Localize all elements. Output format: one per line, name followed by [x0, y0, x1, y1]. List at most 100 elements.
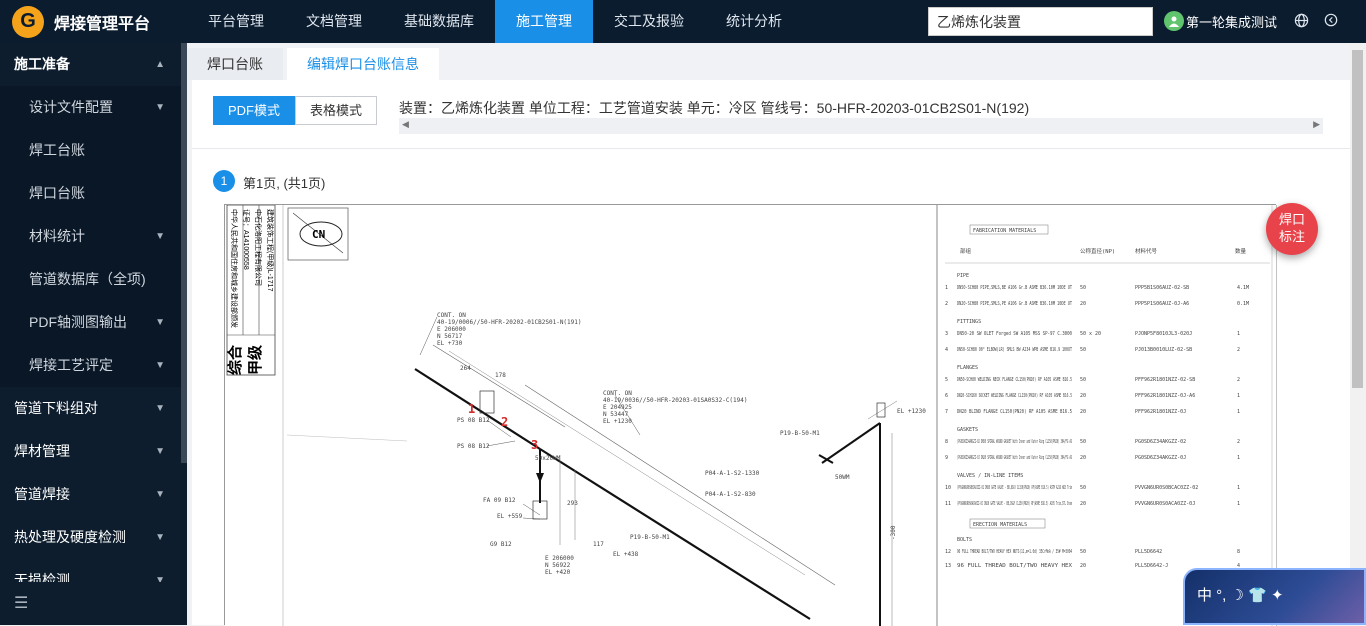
globe-icon[interactable] — [1294, 13, 1309, 32]
section-name: GASKETS — [957, 427, 978, 433]
sidebar-submenu: 设计文件配置 ▼ 焊工台账 焊口台账 材料统计 ▼ 管道数据库（全项) PDF轴测图输出 ▼ 焊接… — [0, 86, 187, 387]
table-cell: 12 — [945, 549, 951, 555]
table-cell: PFF962R1801NZZ-0J-A6 — [1135, 393, 1195, 399]
table-header: 材料代号 — [1135, 247, 1158, 255]
sidebar-group-label: 施工准备 — [14, 56, 70, 72]
section-name: PIPE — [957, 273, 969, 279]
callout-label: 117 — [593, 541, 604, 548]
callout-label: PS 08 B12 — [457, 443, 490, 450]
callout-label: PS 08 B12 — [457, 417, 490, 424]
app-title: 焊接管理平台 — [54, 15, 151, 33]
logout-icon[interactable] — [1324, 13, 1338, 31]
page-number-badge[interactable]: 1 — [213, 170, 235, 192]
content-panel: PDF模式 表格模式 装置：乙烯炼化装置 单位工程：工艺管道安装 单元：冷区 管线… — [192, 80, 1350, 626]
nav-item[interactable]: 交工及报验 — [593, 0, 705, 43]
table-cell: 2 — [1237, 377, 1240, 383]
nav-item[interactable]: 施工管理 — [495, 0, 593, 43]
callout-label: 40-19/0006//50-HFR-20202-01CB2S01-N(191) — [437, 319, 582, 326]
page-scrollbar-thumb[interactable] — [1352, 50, 1363, 388]
sidebar-item-label: PDF轴测图输出 — [29, 314, 127, 330]
sidebar-group[interactable]: 管道下料组对 ▼ — [0, 387, 187, 430]
callout-label: N 56922 — [545, 562, 571, 569]
callout-label: 178 — [495, 372, 506, 379]
callout-label: P19-B-50-M1 — [630, 534, 670, 541]
cert-line: 建筑装饰工程(甲级)L-1717 — [266, 209, 275, 292]
sidebar-group[interactable]: 焊材管理 ▼ — [0, 430, 187, 473]
table-cell: 8 — [1237, 549, 1240, 555]
table-cell: 1 — [1237, 501, 1240, 507]
sidebar-group[interactable]: 热处理及硬度检测 ▼ — [0, 516, 187, 559]
table-cell: DN50-SCH80 PIPE,SMLS,BE A106 Gr.B ASME B… — [957, 285, 1072, 291]
collapse-menu-icon[interactable]: ☰ — [0, 582, 187, 625]
table-cell: 6 — [945, 393, 948, 399]
north-arrow-label: CN — [312, 228, 325, 241]
sidebar-group-construction-prep[interactable]: 施工准备 ▲ — [0, 43, 187, 86]
table-cell: PFF962R1801NZZ-02-SB — [1135, 377, 1195, 383]
nav-item[interactable]: 基础数据库 — [383, 0, 495, 43]
callout-label: E 204925 — [603, 404, 632, 411]
sidebar-groups: 管道下料组对 ▼ 焊材管理 ▼ 管道焊接 ▼ 热处理及硬度检测 ▼ 无损检测 ▼ — [0, 387, 187, 602]
chevron-down-icon: ▼ — [155, 360, 165, 371]
weld-annotate-button[interactable]: 焊口 标注 — [1266, 203, 1318, 255]
cert-line: 证号：A141000558 — [242, 209, 250, 270]
sidebar-item[interactable]: 焊接工艺评定 ▼ — [0, 344, 187, 387]
nav-item[interactable]: 文档管理 — [285, 0, 383, 43]
callout-label: EL +1230 — [897, 408, 926, 415]
chevron-up-icon: ▲ — [155, 59, 165, 70]
table-cell: 5 — [945, 377, 948, 383]
table-cell: /PVVGN6UR0S0ACA0ZZ-0J DN20 GATE VALVE - … — [957, 501, 1072, 507]
callout-label: EL +730 — [437, 340, 463, 347]
isometric-drawing: 中华人民共和国住房和城乡建设部颁发 证号：A141000558 中石化洛阳工程有限公… — [225, 205, 1277, 626]
ime-toolbar[interactable]: 中 °, ☽ 👕 ✦ — [1183, 568, 1366, 625]
section-name: VALVES / IN-LINE ITEMS — [957, 473, 1023, 479]
sidebar-item-label: 材料统计 — [29, 228, 85, 244]
chevron-down-icon: ▼ — [155, 403, 165, 414]
tab[interactable]: 编辑焊口台账信息 — [287, 48, 439, 80]
search-input[interactable] — [928, 7, 1153, 36]
sidebar-item-label: 设计文件配置 — [29, 99, 113, 115]
callout-label: N 56717 — [437, 333, 463, 340]
tab[interactable]: 焊口台账 — [187, 48, 283, 80]
table-cell: 4 — [945, 347, 948, 353]
tab-bar: 焊口台账 编辑焊口台账信息 — [187, 48, 443, 80]
sidebar-group-label: 热处理及硬度检测 — [14, 529, 126, 545]
callout-label: CONT. ON — [437, 312, 466, 319]
table-cell: DN50-20 SW OLET Forged SW A105 MSS SP-97… — [957, 331, 1072, 337]
sidebar-item[interactable]: PDF轴测图输出 ▼ — [0, 301, 187, 344]
pdf-drawing[interactable]: 中华人民共和国住房和城乡建设部颁发 证号：A141000558 中石化洛阳工程有限公… — [224, 204, 1277, 626]
mode-button[interactable]: PDF模式 — [213, 96, 296, 125]
nav-item[interactable]: 平台管理 — [187, 0, 285, 43]
table-cell: 50 — [1080, 549, 1086, 555]
chevron-down-icon: ▼ — [155, 231, 165, 242]
materials-title: FABRICATION MATERIALS — [973, 228, 1036, 234]
sidebar-item[interactable]: 材料统计 ▼ — [0, 215, 187, 258]
nav-item[interactable]: 统计分析 — [705, 0, 803, 43]
scroll-right-icon[interactable]: ▶ — [1313, 119, 1320, 130]
user-menu[interactable]: 第一轮集成测试 — [1164, 11, 1277, 31]
chevron-down-icon: ▼ — [155, 102, 165, 113]
table-cell: PG0SD6Z34AKGZZ-0J — [1135, 455, 1186, 461]
table-cell: 96 FULL THREAD BOLT/TWO HEAVY HEX NUTS(1… — [957, 549, 1072, 555]
table-cell: 10 — [945, 485, 951, 491]
table-cell: DN50-SCH80 WELDING NECK FLANGE CL150(PN2… — [957, 377, 1072, 383]
sidebar-item[interactable]: 焊工台账 — [0, 129, 187, 172]
pipeline-info: 装置：乙烯炼化装置 单位工程：工艺管道安装 单元：冷区 管线号：50-HFR-2… — [399, 100, 1030, 116]
table-cell: 1 — [1237, 393, 1240, 399]
mode-button[interactable]: 表格模式 — [295, 96, 378, 125]
sidebar-item[interactable]: 焊口台账 — [0, 172, 187, 215]
table-cell: 2 — [1237, 347, 1240, 353]
user-name: 第一轮集成测试 — [1186, 14, 1278, 30]
table-cell: 1 — [1237, 331, 1240, 337]
sidebar-item[interactable]: 管道数据库（全项) — [0, 258, 187, 301]
divider — [192, 148, 1350, 149]
chevron-down-icon: ▼ — [155, 446, 165, 457]
scroll-left-icon[interactable]: ◀ — [402, 119, 409, 130]
weld-number-2: 2 — [501, 415, 508, 429]
sidebar-item[interactable]: 设计文件配置 ▼ — [0, 86, 187, 129]
app-logo[interactable]: G 焊接管理平台 — [0, 5, 187, 38]
table-cell: 2 — [1237, 439, 1240, 445]
sidebar-group[interactable]: 管道焊接 ▼ — [0, 473, 187, 516]
table-cell: PVVGN6UR0S0ACA0ZZ-0J — [1135, 501, 1195, 507]
table-cell: 4.1M — [1237, 285, 1249, 291]
horizontal-scrollbar[interactable]: ◀ ▶ — [399, 118, 1323, 134]
